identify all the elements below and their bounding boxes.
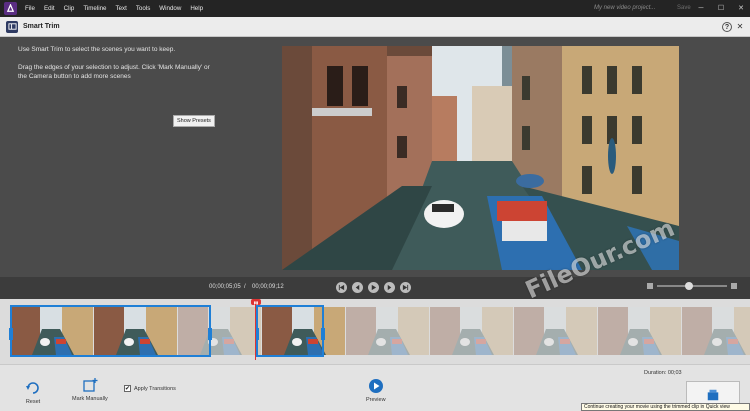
smart-trim-titlebar: Smart Trim ? ✕ xyxy=(0,17,750,37)
playhead-line xyxy=(255,304,256,360)
menu-window[interactable]: Window xyxy=(159,5,181,12)
menu-text[interactable]: Text xyxy=(115,5,126,12)
reset-icon xyxy=(26,382,39,394)
zoom-control xyxy=(647,282,737,290)
apply-transitions-option[interactable]: ✔ Apply Transitions xyxy=(124,385,176,392)
mark-manually-icon xyxy=(83,378,98,392)
segment-1-left-handle[interactable] xyxy=(9,328,13,340)
smart-trim-icon xyxy=(6,20,18,33)
preview-label: Preview xyxy=(366,397,386,403)
menu-bar: File Edit Clip Timeline Text Tools Windo… xyxy=(0,0,750,17)
instructions: Use Smart Trim to select the scenes you … xyxy=(18,45,213,90)
step-forward-icon[interactable] xyxy=(384,282,395,293)
quick-view-icon xyxy=(707,389,719,401)
segment-2-right-handle[interactable] xyxy=(321,328,325,340)
help-icon[interactable]: ? xyxy=(722,22,732,32)
menu-edit[interactable]: Edit xyxy=(44,5,55,12)
instruction-text-1: Use Smart Trim to select the scenes you … xyxy=(18,46,176,53)
close-window-icon[interactable]: ✕ xyxy=(736,3,746,13)
preview-button[interactable]: Preview xyxy=(366,378,386,403)
zoom-slider-knob[interactable] xyxy=(684,282,693,290)
filmstrip-frame xyxy=(598,307,681,355)
close-icon[interactable]: ✕ xyxy=(735,21,745,31)
play-icon[interactable] xyxy=(368,282,379,293)
filmstrip-frame xyxy=(430,307,513,355)
apply-transitions-checkbox[interactable]: ✔ xyxy=(124,385,131,392)
segment-1-right-handle[interactable] xyxy=(208,328,212,340)
menu-timeline[interactable]: Timeline xyxy=(83,5,106,12)
dialog-title: Smart Trim xyxy=(23,23,60,30)
current-timecode: 00;00;05;05 xyxy=(209,284,241,290)
mark-manually-button[interactable]: Mark Manually xyxy=(72,377,108,402)
timecode-separator: / xyxy=(244,284,246,290)
playback-controls: 00;00;05;05 / 00;00;09;12 xyxy=(0,277,750,299)
save-button[interactable]: Save xyxy=(677,5,691,11)
menu-tools[interactable]: Tools xyxy=(136,5,150,12)
filmstrip-frame xyxy=(346,307,429,355)
zoom-slider[interactable] xyxy=(657,282,727,290)
menu-file[interactable]: File xyxy=(25,5,35,12)
reset-button[interactable]: Reset xyxy=(25,380,41,405)
minimize-icon[interactable]: ─ xyxy=(696,3,706,13)
selected-segment-2[interactable] xyxy=(255,305,325,357)
apply-transitions-label: Apply Transitions xyxy=(134,385,176,392)
project-name: My new video project... xyxy=(594,5,656,11)
maximize-icon[interactable]: ☐ xyxy=(716,3,726,13)
duration-readout: Duration: 00;03 xyxy=(644,370,682,376)
total-timecode: 00;00;09;12 xyxy=(252,284,284,290)
step-back-icon[interactable] xyxy=(352,282,363,293)
selected-segment-1[interactable] xyxy=(9,305,212,357)
mark-manually-label: Mark Manually xyxy=(72,396,108,402)
window-controls: ─ ☐ ✕ xyxy=(696,3,746,13)
preview-play-icon xyxy=(368,379,383,393)
menu-help[interactable]: Help xyxy=(190,5,203,12)
filmstrip-frame xyxy=(514,307,597,355)
transport-controls xyxy=(336,282,411,293)
playhead-marker[interactable]: ▮▮ xyxy=(251,299,261,305)
instruction-text-2: Drag the edges of your selection to adju… xyxy=(18,64,210,80)
zoom-out-icon[interactable] xyxy=(647,283,653,289)
go-to-start-icon[interactable] xyxy=(336,282,347,293)
zoom-in-icon[interactable] xyxy=(731,283,737,289)
app-logo-icon xyxy=(4,2,17,15)
filmstrip[interactable] xyxy=(0,299,750,364)
menu-clip[interactable]: Clip xyxy=(64,5,75,12)
reset-label: Reset xyxy=(25,399,41,405)
filmstrip-frame xyxy=(682,307,750,355)
continue-tooltip: Continue creating your movie using the t… xyxy=(581,403,750,411)
show-presets-button[interactable]: Show Presets xyxy=(173,115,215,127)
go-to-end-icon[interactable] xyxy=(400,282,411,293)
